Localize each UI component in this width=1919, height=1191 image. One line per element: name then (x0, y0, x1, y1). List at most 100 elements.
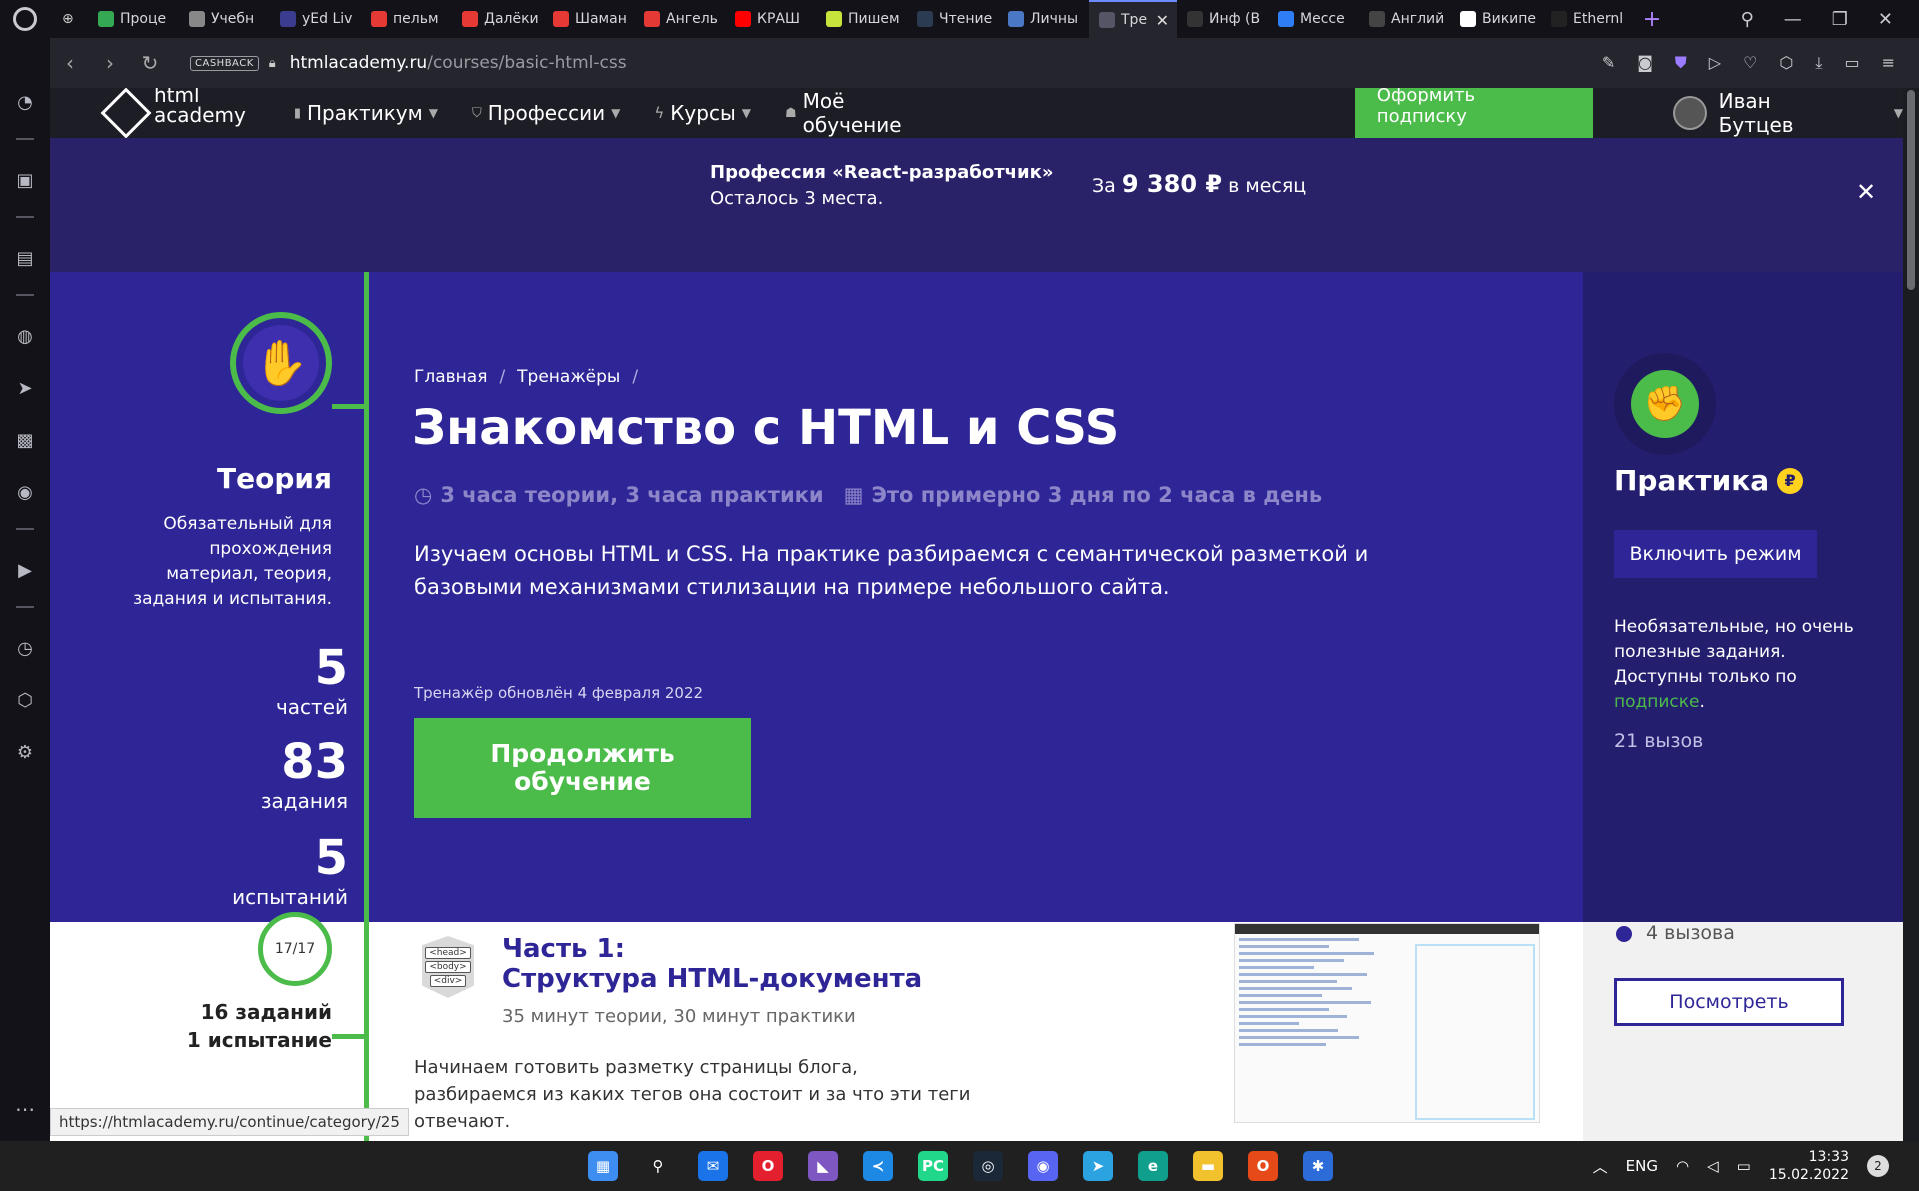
promo-banner[interactable]: Профессия «React-разработчик» Осталось 3… (50, 138, 1903, 272)
tab-favicon-icon (371, 11, 387, 27)
reload-button[interactable]: ↻ (130, 51, 170, 75)
search-icon[interactable]: ⚲ (643, 1151, 673, 1181)
browser-tab[interactable]: Википе (1450, 0, 1541, 38)
part-description: Начинаем готовить разметку страницы блог… (414, 1057, 971, 1132)
minimize-button[interactable]: — (1784, 9, 1802, 30)
lock-icon[interactable]: 🔒︎ (269, 56, 276, 71)
part-title[interactable]: Часть 1: Структура HTML-документа (502, 934, 922, 994)
close-icon[interactable]: ✕ (1856, 178, 1876, 206)
browser-tab[interactable]: Ангель (634, 0, 725, 38)
breadcrumb-home[interactable]: Главная (414, 367, 487, 387)
promo-subtitle: Осталось 3 места. (710, 188, 884, 209)
sidebar-more-icon[interactable]: ⋯ (15, 1097, 35, 1121)
battery-icon[interactable]: ▭ (1737, 1157, 1751, 1175)
twitch-icon[interactable]: ▤ (13, 246, 37, 270)
menu-item-courses[interactable]: ϟ Курсы ▼ (654, 89, 751, 137)
cashback-badge[interactable]: CASHBACK (190, 55, 259, 71)
browser-tab[interactable]: Чтение (907, 0, 998, 38)
chevron-up-icon[interactable]: ︿ (1593, 1156, 1608, 1177)
vk-icon[interactable]: ▩ (13, 428, 37, 452)
course-description: Изучаем основы HTML и CSS. На практике р… (414, 542, 1369, 599)
page-scrollbar[interactable] (1903, 88, 1919, 1141)
cube-icon[interactable]: ⬡ (1779, 53, 1793, 73)
history-icon[interactable]: ◷ (13, 636, 37, 660)
search-tabs-icon[interactable]: ⚲ (1741, 9, 1754, 30)
enable-practice-button[interactable]: Включить режим (1614, 530, 1817, 578)
menu-icon[interactable]: ≡ (1882, 53, 1895, 73)
browser-tab[interactable]: Далёки (452, 0, 543, 38)
download-icon[interactable]: ⤓ (1815, 53, 1822, 73)
tab-label: yEd Liv (302, 11, 353, 27)
restore-button[interactable]: ❐ (1832, 9, 1848, 30)
visual-studio-icon[interactable]: ◣ (808, 1151, 838, 1181)
site-logo[interactable]: html academy (100, 88, 246, 139)
browser-tab[interactable]: Тре ✕ (1089, 0, 1177, 38)
opera-menu-icon[interactable] (0, 0, 50, 38)
steam-icon[interactable]: ◎ (973, 1151, 1003, 1181)
tab-favicon-icon (1099, 12, 1115, 28)
browser-tab[interactable]: Ethernl (1541, 0, 1632, 38)
course-timeline (364, 272, 369, 1141)
browser-tab[interactable]: Мессе (1268, 0, 1359, 38)
app-icon[interactable]: ✱ (1303, 1151, 1333, 1181)
menu-item-my-learning[interactable]: ☗ Моё обучение (785, 89, 949, 137)
close-tab-icon[interactable]: ✕ (1156, 11, 1169, 30)
player-icon[interactable]: ▶ (13, 558, 37, 582)
clock[interactable]: 13:33 15.02.2022 (1769, 1148, 1849, 1184)
notification-badge[interactable]: 2 (1867, 1155, 1889, 1177)
edit-icon[interactable]: ✎ (1602, 53, 1615, 73)
menu-item-professions[interactable]: ⛉ Профессии ▼ (472, 89, 620, 137)
scrollbar-thumb[interactable] (1907, 90, 1915, 290)
shopping-icon[interactable]: ▣ (13, 168, 37, 192)
wifi-icon[interactable]: ◠ (1676, 1157, 1689, 1175)
subscription-link[interactable]: подписке (1614, 692, 1700, 712)
close-window-button[interactable]: ✕ (1878, 9, 1893, 30)
browser-tab[interactable]: Инф (В (1177, 0, 1268, 38)
breadcrumb-trainers[interactable]: Тренажёры (517, 367, 620, 387)
view-button[interactable]: Посмотреть (1614, 978, 1844, 1026)
user-menu[interactable]: Иван Бутцев ▼ (1672, 89, 1903, 137)
browser-tab[interactable]: yEd Liv (270, 0, 361, 38)
url-field[interactable]: htmlacademy.ru/courses/basic-html-css (290, 53, 627, 73)
browser-tab[interactable]: КРАШ (725, 0, 816, 38)
whatsapp-icon[interactable]: ◍ (13, 324, 37, 348)
browser-tab[interactable]: Учебн (179, 0, 270, 38)
start-icon[interactable]: ▦ (588, 1151, 618, 1181)
browser-tab[interactable]: Шаман (543, 0, 634, 38)
tab-label: Англий (1391, 11, 1445, 27)
folder-icon[interactable]: ▬ (1193, 1151, 1223, 1181)
telegram-icon[interactable]: ➤ (13, 376, 37, 400)
extensions-icon[interactable]: ⬡ (13, 688, 37, 712)
speed-dial-icon[interactable]: ◔ (13, 90, 37, 114)
vscode-icon[interactable]: ≺ (863, 1151, 893, 1181)
browser-tab[interactable]: пельм (361, 0, 452, 38)
promo-price: За 9 380 ₽ в месяц (1092, 170, 1307, 198)
camera-icon[interactable]: ◙ (1637, 53, 1653, 73)
telegram-icon[interactable]: ➤ (1083, 1151, 1113, 1181)
vpn-shield-icon[interactable]: ⛊ (1675, 53, 1687, 73)
heart-icon[interactable]: ♡ (1743, 53, 1757, 73)
new-tab-button[interactable]: + (1632, 7, 1672, 32)
back-button[interactable]: ‹ (50, 51, 90, 75)
subscribe-button[interactable]: Оформить подписку (1354, 88, 1593, 139)
continue-button[interactable]: Продолжить обучение (414, 718, 751, 818)
game-tab-icon-slot[interactable]: ⊕ (50, 0, 88, 38)
browser-tab[interactable]: Личны (998, 0, 1089, 38)
browser-tab[interactable]: Проце (88, 0, 179, 38)
opera-icon[interactable]: O (753, 1151, 783, 1181)
volume-icon[interactable]: ◁ (1707, 1157, 1719, 1175)
send-icon[interactable]: ▷ (1709, 53, 1721, 73)
browser-tab[interactable]: Пишем (816, 0, 907, 38)
browser-tab[interactable]: Англий (1359, 0, 1450, 38)
settings-icon[interactable]: ⚙ (13, 740, 37, 764)
mail-icon[interactable]: ✉ (698, 1151, 728, 1181)
edge-icon[interactable]: e (1138, 1151, 1168, 1181)
discord-icon[interactable]: ◉ (1028, 1151, 1058, 1181)
battery-icon[interactable]: ▭ (1844, 53, 1859, 73)
pycharm-icon[interactable]: PC (918, 1151, 948, 1181)
forward-button[interactable]: › (90, 51, 130, 75)
office-icon[interactable]: O (1248, 1151, 1278, 1181)
discord-icon[interactable]: ◉ (13, 480, 37, 504)
language-indicator[interactable]: ENG (1626, 1157, 1658, 1175)
menu-item-praktikum[interactable]: ▮ Практикум ▼ (294, 89, 438, 137)
